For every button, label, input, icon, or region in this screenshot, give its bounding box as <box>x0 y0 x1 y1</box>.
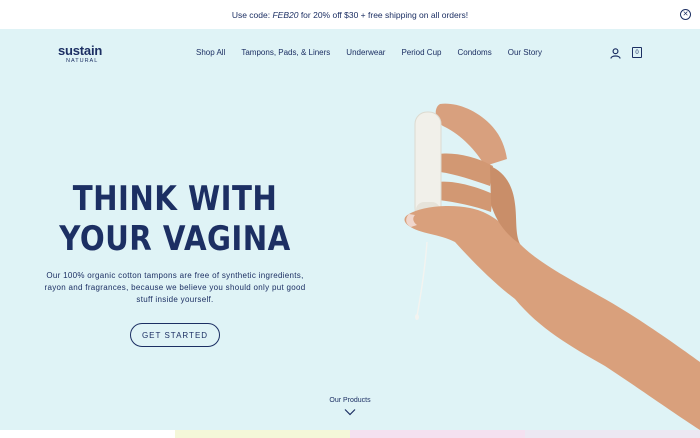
nav-item-period-cup[interactable]: Period Cup <box>401 48 441 57</box>
promo-code: FEB20 <box>272 9 299 20</box>
product-strip-tile <box>350 430 525 438</box>
main-nav: Shop All Tampons, Pads, & Liners Underwe… <box>196 48 542 57</box>
cart-count: 0 <box>635 49 639 56</box>
product-strip <box>0 430 700 438</box>
headline-line-2: YOUR VAGINA <box>59 219 291 259</box>
logo-sub-text: NATURAL <box>66 58 99 64</box>
our-products-label: Our Products <box>329 397 371 404</box>
user-icon[interactable] <box>610 48 621 59</box>
promo-bar: Use code: FEB20 for 20% off $30 + free s… <box>0 0 700 29</box>
product-strip-tile <box>175 430 350 438</box>
nav-item-shop-all[interactable]: Shop All <box>196 48 225 57</box>
nav-item-tampons-pads-liners[interactable]: Tampons, Pads, & Liners <box>241 48 330 57</box>
nav-item-condoms[interactable]: Condoms <box>457 48 491 57</box>
cart-icon[interactable]: 0 <box>632 47 642 58</box>
promo-text: Use code: FEB20 for 20% off $30 + free s… <box>231 9 469 20</box>
product-strip-tile <box>0 430 175 438</box>
hero-subtext: Our 100% organic cotton tampons are free… <box>44 271 306 304</box>
nav-item-underwear[interactable]: Underwear <box>346 48 385 57</box>
product-strip-tile <box>525 430 700 438</box>
get-started-button[interactable]: GET STARTED <box>130 323 220 347</box>
logo-main-text: sustain <box>58 43 103 58</box>
hero-headline: THINK WITH YOUR VAGINA <box>59 179 291 259</box>
chevron-down-icon[interactable] <box>344 408 356 416</box>
nav-item-our-story[interactable]: Our Story <box>508 48 542 57</box>
headline-line-1: THINK WITH <box>72 179 278 219</box>
logo[interactable]: sustain NATURAL <box>58 44 114 68</box>
close-icon[interactable]: ✕ <box>680 9 691 20</box>
hand-holding-tampon-image <box>404 103 700 430</box>
hero-section: sustain NATURAL Shop All Tampons, Pads, … <box>0 29 700 430</box>
